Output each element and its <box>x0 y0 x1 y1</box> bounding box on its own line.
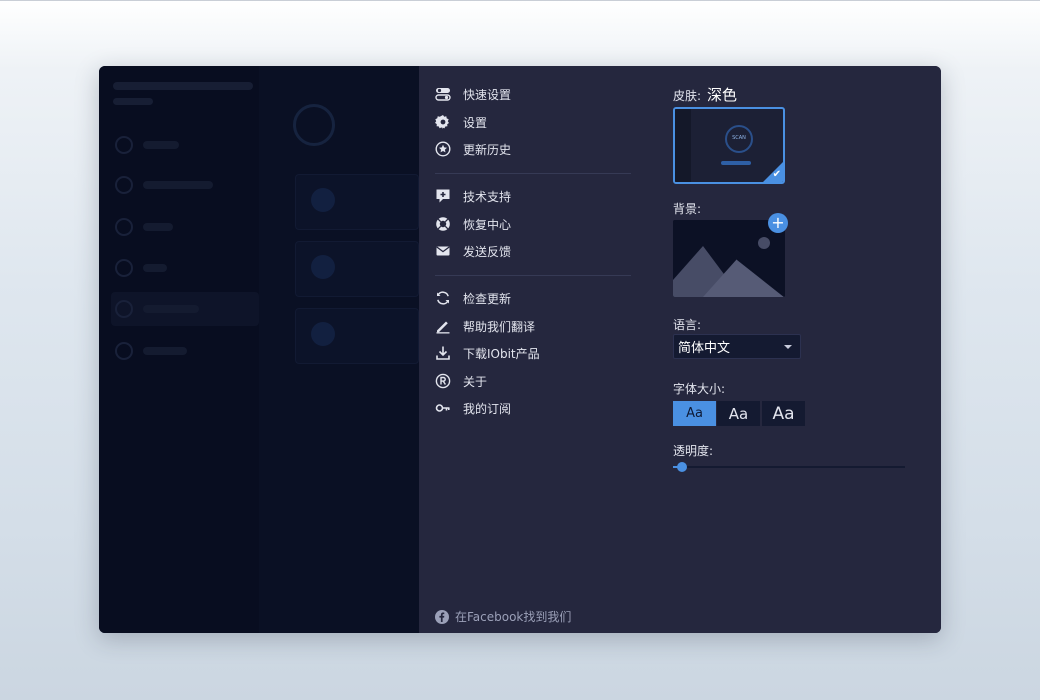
menu-panel: 快速设置 设置 更新历史 技术支持 恢复中心 发送反馈 检查更新 帮助我们翻译 … <box>419 66 649 633</box>
font-size-medium-button[interactable]: Aa <box>717 401 760 426</box>
facebook-icon <box>435 609 449 624</box>
menu-item-about[interactable]: 关于 <box>435 370 487 392</box>
screen-top-edge <box>0 0 1040 1</box>
app-window: 快速设置 设置 更新历史 技术支持 恢复中心 发送反馈 检查更新 帮助我们翻译 … <box>99 66 941 633</box>
menu-item-label: 发送反馈 <box>463 244 512 259</box>
menu-item-label: 设置 <box>463 115 488 130</box>
opacity-slider[interactable] <box>673 462 905 472</box>
dimmed-app-main <box>259 66 419 633</box>
dimmed-nav-item <box>143 223 173 231</box>
opacity-label: 透明度: <box>673 444 714 458</box>
opacity-slider-thumb[interactable] <box>677 462 688 472</box>
font-size-label: 字体大小: <box>673 382 726 396</box>
dimmed-nav-item <box>143 181 213 189</box>
menu-divider <box>435 275 631 276</box>
gear-icon <box>435 114 451 130</box>
language-select-value: 简体中文 <box>678 341 731 356</box>
key-icon <box>435 400 451 416</box>
refresh-icon <box>435 290 451 306</box>
menu-item-label: 快速设置 <box>463 87 512 102</box>
skin-thumb-sidebar <box>675 109 691 182</box>
mail-icon <box>435 243 451 259</box>
dimmed-nav-icon <box>115 136 133 154</box>
background-label: 背景: <box>673 202 702 216</box>
menu-item-label: 技术支持 <box>463 189 512 204</box>
menu-item-settings[interactable]: 设置 <box>435 111 487 133</box>
menu-item-rescue-center[interactable]: 恢复中心 <box>435 213 511 235</box>
menu-item-help-translate[interactable]: 帮助我们翻译 <box>435 315 535 337</box>
skin-label: 皮肤: <box>673 89 702 103</box>
menu-item-update-history[interactable]: 更新历史 <box>435 138 511 160</box>
checkmark-icon: ✔ <box>772 169 781 180</box>
skin-thumb-bar <box>721 161 751 165</box>
dimmed-nav-icon <box>115 176 133 194</box>
dimmed-nav-item <box>143 264 167 272</box>
menu-item-check-update[interactable]: 检查更新 <box>435 287 511 309</box>
appearance-settings-panel: 皮肤: 深色 SCAN ✔ 背景: + 语言: 简体中文 字体大小: Aa Aa… <box>649 66 941 633</box>
dimmed-card-icon <box>311 188 335 212</box>
language-select[interactable]: 简体中文 <box>673 334 801 359</box>
skin-label-row: 皮肤: 深色 <box>673 84 737 105</box>
lifebuoy-icon <box>435 216 451 232</box>
caret-down-icon <box>784 345 792 349</box>
dimmed-app-title <box>113 82 253 90</box>
dimmed-card-icon <box>311 255 335 279</box>
dimmed-scan-ring <box>293 104 335 146</box>
menu-item-label: 我的订阅 <box>463 401 512 416</box>
language-label: 语言: <box>673 318 702 332</box>
dimmed-nav-icon <box>115 342 133 360</box>
dimmed-nav-item <box>143 347 187 355</box>
menu-item-send-feedback[interactable]: 发送反馈 <box>435 240 511 262</box>
facebook-link[interactable]: 在Facebook找到我们 <box>435 608 571 625</box>
plus-icon: + <box>771 213 785 232</box>
menu-item-label: 检查更新 <box>463 291 512 306</box>
menu-item-label: 恢复中心 <box>463 217 512 232</box>
menu-item-label: 下载IObit产品 <box>463 346 540 361</box>
support-icon <box>435 188 451 204</box>
menu-divider <box>435 173 631 174</box>
skin-thumb-scan-text: SCAN <box>732 135 746 141</box>
facebook-link-label: 在Facebook找到我们 <box>455 610 572 624</box>
menu-item-label: 更新历史 <box>463 142 512 157</box>
menu-item-label: 关于 <box>463 374 488 389</box>
menu-item-my-subscription[interactable]: 我的订阅 <box>435 397 511 419</box>
dimmed-app-subtitle <box>113 98 153 105</box>
dimmed-nav-icon <box>115 300 133 318</box>
dimmed-card-icon <box>311 322 335 346</box>
menu-item-download-iobit[interactable]: 下载IObit产品 <box>435 342 540 364</box>
dimmed-nav-item <box>143 305 199 313</box>
download-icon <box>435 345 451 361</box>
font-size-small-button[interactable]: Aa <box>673 401 716 426</box>
registered-icon <box>435 373 451 389</box>
menu-item-tech-support[interactable]: 技术支持 <box>435 185 511 207</box>
menu-item-quick-settings[interactable]: 快速设置 <box>435 83 511 105</box>
dimmed-nav-icon <box>115 218 133 236</box>
dimmed-app-sidebar <box>99 66 419 633</box>
skin-value: 深色 <box>707 86 738 104</box>
image-placeholder-icon <box>673 220 785 297</box>
toggle-icon <box>435 86 451 102</box>
dimmed-nav-item <box>143 141 179 149</box>
menu-item-label: 帮助我们翻译 <box>463 319 536 334</box>
skin-dark-thumbnail[interactable]: SCAN ✔ <box>673 107 785 184</box>
dimmed-nav-icon <box>115 259 133 277</box>
pencil-icon <box>435 318 451 334</box>
star-icon <box>435 141 451 157</box>
font-size-large-button[interactable]: Aa <box>762 401 805 426</box>
add-background-button[interactable]: + <box>768 213 788 233</box>
background-thumbnail[interactable] <box>673 220 785 297</box>
